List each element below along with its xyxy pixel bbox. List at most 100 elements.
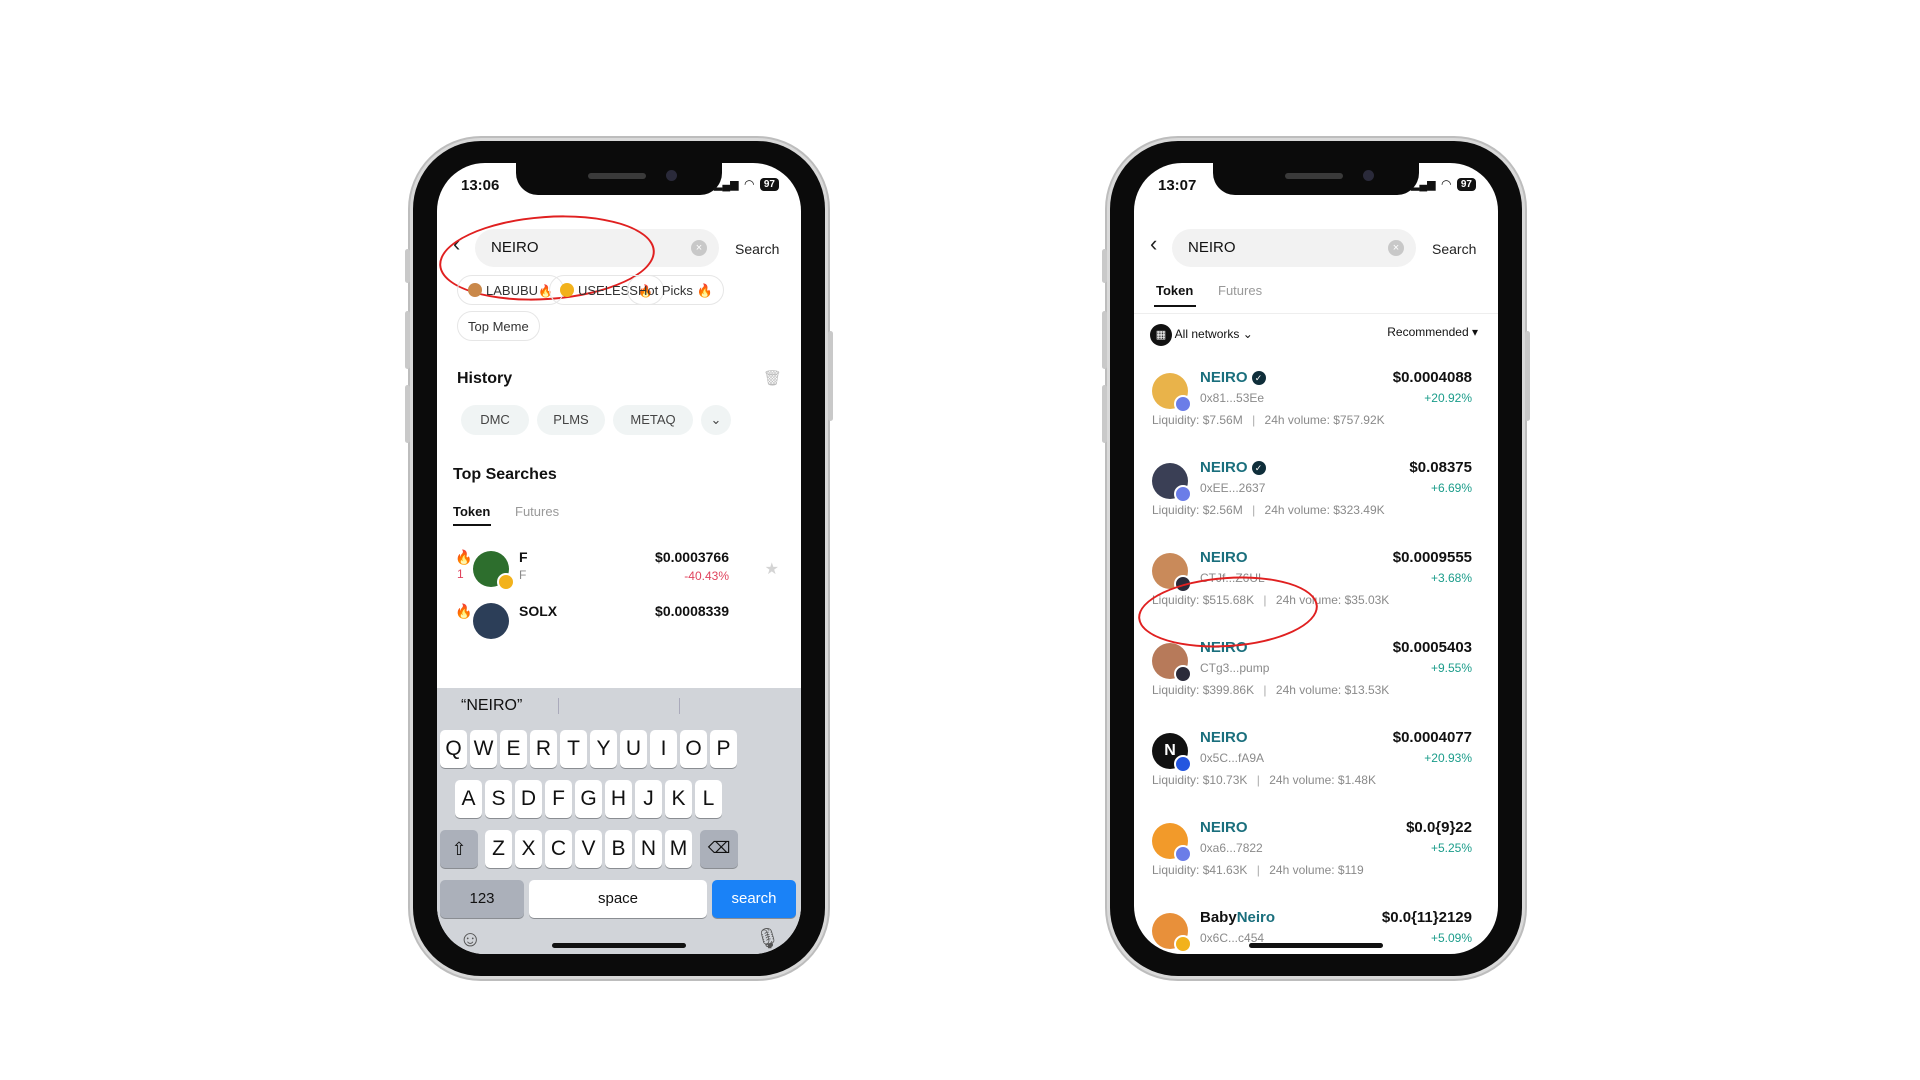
key-h[interactable]: H (605, 780, 632, 818)
phone-right: 13:07 ▂▄▆ ◠ 97 ‹ NEIRO × Search Token Fu… (1102, 141, 1530, 976)
key-e[interactable]: E (500, 730, 527, 768)
key-j[interactable]: J (635, 780, 662, 818)
suggestion-word[interactable]: “NEIRO” (461, 688, 522, 724)
home-indicator (552, 943, 686, 948)
hot-chip-top-meme[interactable]: Top Meme (457, 311, 540, 341)
token-row[interactable]: NEIRO ✓ 0x81...53Ee $0.0004088 +20.92% Li… (1134, 363, 1498, 451)
history-chip-metaq[interactable]: METAQ (613, 405, 693, 435)
clear-icon[interactable]: × (691, 240, 707, 256)
key-m[interactable]: M (665, 830, 692, 868)
hot-chip-labubu[interactable]: LABUBU🔥 (457, 275, 564, 305)
token-change: +20.92% (1424, 391, 1472, 405)
key-i[interactable]: I (650, 730, 677, 768)
tab-token[interactable]: Token (453, 504, 490, 519)
token-row[interactable]: N NEIRO 0x5C...fA9A $0.0004077 +20.93% L… (1134, 723, 1498, 811)
chevron-down-icon: ⌄ (1242, 327, 1253, 341)
status-time: 13:07 (1158, 177, 1197, 194)
chain-badge-icon (1174, 755, 1192, 773)
backspace-icon[interactable]: ⌫ (700, 830, 738, 868)
token-change: +3.68% (1430, 571, 1472, 585)
key-n[interactable]: N (635, 830, 662, 868)
key-d[interactable]: D (515, 780, 542, 818)
top-search-row-1[interactable]: 🔥 1 F F $0.0003766 -40.43% ★ (437, 543, 801, 599)
token-row[interactable]: NEIRO ✓ 0xEE...2637 $0.08375 +6.69% Liqui… (1134, 453, 1498, 541)
key-q[interactable]: Q (440, 730, 467, 768)
key-u[interactable]: U (620, 730, 647, 768)
token-liquidity: Liquidity: $555.55K (1152, 953, 1254, 954)
token-price: $0.0{9}22 (1406, 819, 1472, 836)
history-expand-icon[interactable]: ⌄ (701, 405, 731, 435)
caret-down-icon: ▾ (1471, 325, 1478, 339)
history-chip-dmc[interactable]: DMC (461, 405, 529, 435)
token-price: $0.0009555 (1392, 549, 1472, 566)
key-v[interactable]: V (575, 830, 602, 868)
key-c[interactable]: C (545, 830, 572, 868)
search-input[interactable]: NEIRO × (1172, 229, 1416, 267)
key-o[interactable]: O (680, 730, 707, 768)
token-change: +6.69% (1430, 481, 1472, 495)
key-a[interactable]: A (455, 780, 482, 818)
shift-icon[interactable]: ⇧ (440, 830, 478, 868)
chip-label: Top Meme (468, 319, 529, 334)
key-f[interactable]: F (545, 780, 572, 818)
key-w[interactable]: W (470, 730, 497, 768)
token-stats: Liquidity: $399.86K | 24h volume: $13.53… (1152, 683, 1390, 697)
token-avatar (473, 603, 509, 639)
token-row[interactable]: NEIRO 0xa6...7822 $0.0{9}22 +5.25% Liqui… (1134, 813, 1498, 901)
favorite-star-icon[interactable]: ★ (765, 559, 779, 579)
back-arrow-icon[interactable]: ‹ (1150, 231, 1157, 257)
key-x[interactable]: X (515, 830, 542, 868)
trash-icon[interactable]: 🗑 (763, 369, 782, 387)
sort-dropdown[interactable]: Recommended ▾ (1387, 325, 1478, 339)
token-liquidity: Liquidity: $399.86K (1152, 683, 1255, 697)
key-k[interactable]: K (665, 780, 692, 818)
key-p[interactable]: P (710, 730, 737, 768)
labubu-token-icon (468, 283, 482, 297)
verified-badge-icon: ✓ (1251, 371, 1266, 385)
status-bar: 13:06 ▂▄▆ ◠ 97 (437, 177, 801, 197)
key-g[interactable]: G (575, 780, 602, 818)
history-chip-plms[interactable]: PLMS (537, 405, 605, 435)
token-volume: 24h volume: $1.48K (1269, 773, 1376, 787)
search-button[interactable]: Search (1432, 241, 1476, 257)
search-button[interactable]: Search (735, 241, 779, 257)
keyboard-suggestion-bar: “NEIRO” (437, 688, 801, 724)
key-space[interactable]: space (529, 880, 707, 918)
key-r[interactable]: R (530, 730, 557, 768)
token-name: Neiro (1236, 909, 1276, 926)
key-t[interactable]: T (560, 730, 587, 768)
volume-up-button (405, 311, 410, 369)
token-name: NEIRO (1200, 369, 1248, 386)
tab-futures[interactable]: Futures (515, 504, 559, 519)
key-search[interactable]: search (712, 880, 796, 918)
token-row[interactable]: NEIRO CTg3...pump $0.0005403 +9.55% Liqu… (1134, 633, 1498, 721)
tab-token[interactable]: Token (1156, 283, 1193, 298)
token-name-line: NEIRO (1200, 729, 1248, 747)
key-s[interactable]: S (485, 780, 512, 818)
tabs-divider (1134, 313, 1498, 314)
mute-switch (405, 249, 410, 283)
top-searches-title: Top Searches (453, 466, 557, 483)
token-name-line: NEIRO (1200, 819, 1248, 837)
token-price: $0.0{11}2129 (1381, 909, 1472, 926)
key-l[interactable]: L (695, 780, 722, 818)
tab-futures[interactable]: Futures (1218, 283, 1262, 298)
networks-grid-icon: ▦ (1150, 323, 1172, 346)
token-avatar-letter: N (1164, 742, 1176, 759)
network-filter[interactable]: ▦ All networks ⌄ (1150, 323, 1253, 347)
key-z[interactable]: Z (485, 830, 512, 868)
key-123[interactable]: 123 (440, 880, 524, 918)
token-liquidity: Liquidity: $10.73K (1152, 773, 1248, 787)
emoji-icon[interactable]: ☺ (459, 926, 481, 952)
microphone-icon[interactable]: 🎙 (755, 926, 780, 951)
sort-label: Recommended (1387, 325, 1469, 339)
key-y[interactable]: Y (590, 730, 617, 768)
key-b[interactable]: B (605, 830, 632, 868)
top-search-row-2[interactable]: 🔥 SOLX $0.0008339 (437, 599, 801, 639)
token-price: $0.0004077 (1392, 729, 1472, 746)
clear-icon[interactable]: × (1388, 240, 1404, 256)
chain-badge-icon (1174, 935, 1192, 953)
status-bar: 13:07 ▂▄▆ ◠ 97 (1134, 177, 1498, 197)
token-volume: 24h volume: $323.49K (1264, 503, 1385, 517)
hot-chip-hot-picks[interactable]: Hot Picks 🔥 (627, 275, 724, 305)
